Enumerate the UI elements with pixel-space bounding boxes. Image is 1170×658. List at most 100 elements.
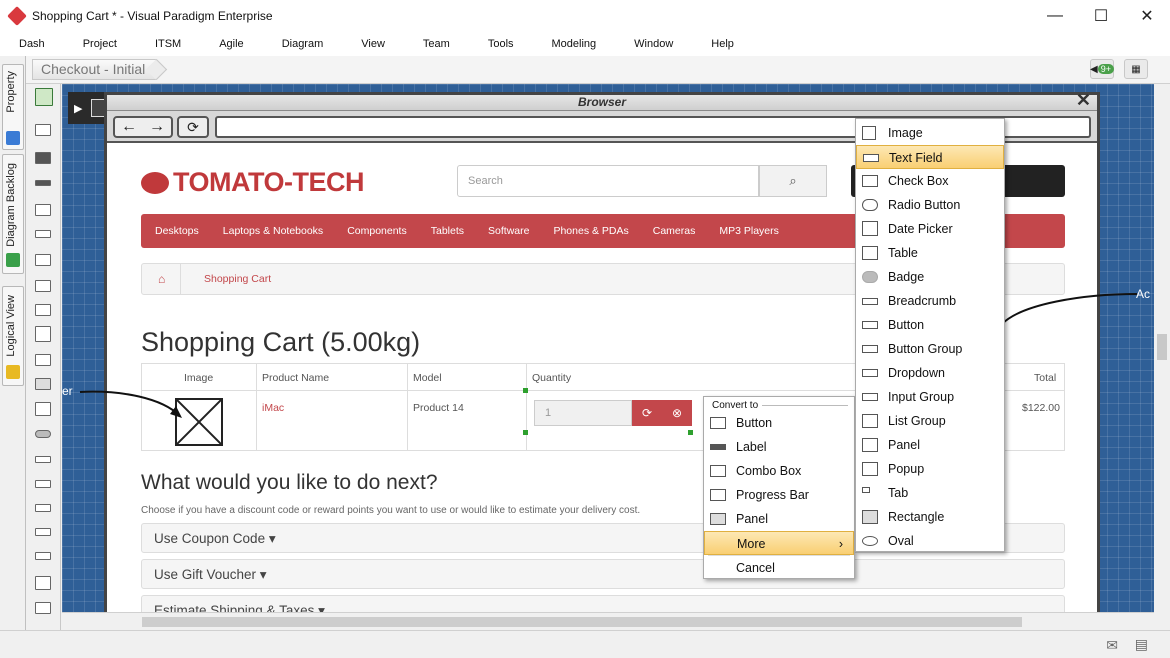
check-box-icon xyxy=(862,175,878,187)
convert-combo-box[interactable]: Combo Box xyxy=(704,459,854,483)
more-tab[interactable]: Tab xyxy=(856,481,1004,505)
convert-cancel[interactable]: Cancel xyxy=(704,556,854,580)
more-badge[interactable]: Badge xyxy=(856,265,1004,289)
menu-view[interactable]: View xyxy=(342,38,404,50)
convert-panel[interactable]: Panel xyxy=(704,507,854,531)
menu-tools[interactable]: Tools xyxy=(469,38,533,50)
panel-tool-icon[interactable] xyxy=(35,378,51,390)
input-group-icon xyxy=(862,393,878,401)
convert-label[interactable]: Label xyxy=(704,435,854,459)
menu-project[interactable]: Project xyxy=(64,38,136,50)
more-breadcrumb[interactable]: Breadcrumb xyxy=(856,289,1004,313)
dropdown-tool-icon[interactable] xyxy=(35,528,51,536)
radio-button-tool-icon[interactable] xyxy=(35,280,51,292)
list-group-tool-icon[interactable] xyxy=(35,576,51,590)
submenu-arrow-icon: › xyxy=(838,537,843,551)
diagram-navigator-button[interactable]: ▦ xyxy=(1124,59,1148,79)
more-radio-button[interactable]: Radio Button xyxy=(856,193,1004,217)
convert-progress-bar[interactable]: Progress Bar xyxy=(704,483,854,507)
menu-modeling[interactable]: Modeling xyxy=(533,38,616,50)
more-check-box[interactable]: Check Box xyxy=(856,169,1004,193)
menu-help[interactable]: Help xyxy=(692,38,753,50)
more-dropdown-label: Dropdown xyxy=(888,366,945,380)
more-rectangle-label: Rectangle xyxy=(888,510,945,524)
property-icon xyxy=(6,131,20,145)
menu-itsm[interactable]: ITSM xyxy=(136,38,200,50)
convert-menu-header: Convert to xyxy=(704,397,854,411)
minimize-button[interactable]: — xyxy=(1032,0,1078,32)
mail-icon[interactable]: ✉ xyxy=(1106,637,1118,654)
text-field-icon xyxy=(863,154,879,162)
more-list-group-label: List Group xyxy=(888,414,946,428)
checkbox-tool-icon[interactable] xyxy=(35,254,51,266)
more-button-label: Button xyxy=(888,318,925,332)
progress-tool-icon[interactable] xyxy=(35,354,51,366)
more-table[interactable]: Table xyxy=(856,241,1004,265)
label-icon xyxy=(710,444,726,450)
image-tool-icon[interactable] xyxy=(35,124,51,136)
combo-box-tool-icon[interactable] xyxy=(35,304,51,316)
more-date-label: Date Picker xyxy=(888,222,953,236)
backlog-icon xyxy=(6,253,20,267)
maximize-button[interactable]: ☐ xyxy=(1078,0,1124,32)
more-text-field[interactable]: Text Field xyxy=(856,145,1004,169)
button-small-tool-icon[interactable] xyxy=(35,480,51,488)
horizontal-scroll-thumb[interactable] xyxy=(142,617,1022,627)
badge-tool-icon[interactable] xyxy=(35,430,51,438)
breadcrumb-tool-icon[interactable] xyxy=(35,456,51,463)
selector-tool-icon[interactable] xyxy=(35,88,53,106)
convert-more[interactable]: More › xyxy=(704,531,854,555)
close-window-button[interactable]: ✕ xyxy=(1124,0,1170,32)
menu-diagram[interactable]: Diagram xyxy=(263,38,343,50)
notes-icon[interactable]: ▤ xyxy=(1135,636,1148,653)
menu-team[interactable]: Team xyxy=(404,38,469,50)
diagram-breadcrumb[interactable]: Checkout - Initial xyxy=(32,59,157,80)
more-button[interactable]: Button xyxy=(856,313,1004,337)
menu-agile[interactable]: Agile xyxy=(200,38,262,50)
list-group-icon xyxy=(862,414,878,428)
menu-dash[interactable]: Dash xyxy=(0,38,64,50)
vertical-scroll-thumb[interactable] xyxy=(1157,334,1167,360)
label-tool-icon[interactable] xyxy=(35,180,51,186)
more-button-group[interactable]: Button Group xyxy=(856,337,1004,361)
button-icon xyxy=(710,417,726,429)
more-rectangle[interactable]: Rectangle xyxy=(856,505,1004,529)
more-input-group-label: Input Group xyxy=(888,390,955,404)
tab-diagram-backlog[interactable]: Diagram Backlog xyxy=(2,154,24,274)
table-tool-icon[interactable] xyxy=(35,402,51,416)
notification-button[interactable]: ◀ 9+ xyxy=(1090,59,1114,79)
text-field-tool-icon[interactable] xyxy=(35,230,51,238)
more-date-picker[interactable]: Date Picker xyxy=(856,217,1004,241)
camera-tool-icon[interactable] xyxy=(35,152,51,164)
selection-handle[interactable] xyxy=(688,430,693,435)
more-image[interactable]: Image xyxy=(856,121,1004,145)
selection-handle[interactable] xyxy=(523,430,528,435)
navigator-icon: ▦ xyxy=(1131,63,1141,75)
more-oval[interactable]: Oval xyxy=(856,529,1004,553)
arrowhead-icon xyxy=(170,406,182,418)
tab-property[interactable]: Property xyxy=(2,64,24,150)
date-picker-tool-icon[interactable] xyxy=(35,326,51,342)
more-breadcrumb-label: Breadcrumb xyxy=(888,294,957,308)
selection-handle[interactable] xyxy=(523,388,528,393)
more-panel[interactable]: Panel xyxy=(856,433,1004,457)
panel2-tool-icon[interactable] xyxy=(35,602,51,614)
horizontal-scrollbar[interactable] xyxy=(62,612,1154,630)
convert-button[interactable]: Button xyxy=(704,411,854,435)
tab-logical-view[interactable]: Logical View xyxy=(2,286,24,386)
more-list-group[interactable]: List Group xyxy=(856,409,1004,433)
image-icon xyxy=(862,126,876,140)
breadcrumb-icon xyxy=(862,298,878,305)
table-icon xyxy=(862,246,878,260)
convert-more-label: More xyxy=(737,537,766,551)
connector-right xyxy=(1001,293,1138,325)
input-group-tool-icon[interactable] xyxy=(35,552,51,560)
more-input-group[interactable]: Input Group xyxy=(856,385,1004,409)
button-tool-icon[interactable] xyxy=(35,204,51,216)
menu-window[interactable]: Window xyxy=(615,38,692,50)
more-popup[interactable]: Popup xyxy=(856,457,1004,481)
more-panel-label: Panel xyxy=(888,438,920,452)
more-dropdown[interactable]: Dropdown xyxy=(856,361,1004,385)
vertical-scrollbar[interactable] xyxy=(1154,84,1170,612)
button-group-tool-icon[interactable] xyxy=(35,504,51,512)
